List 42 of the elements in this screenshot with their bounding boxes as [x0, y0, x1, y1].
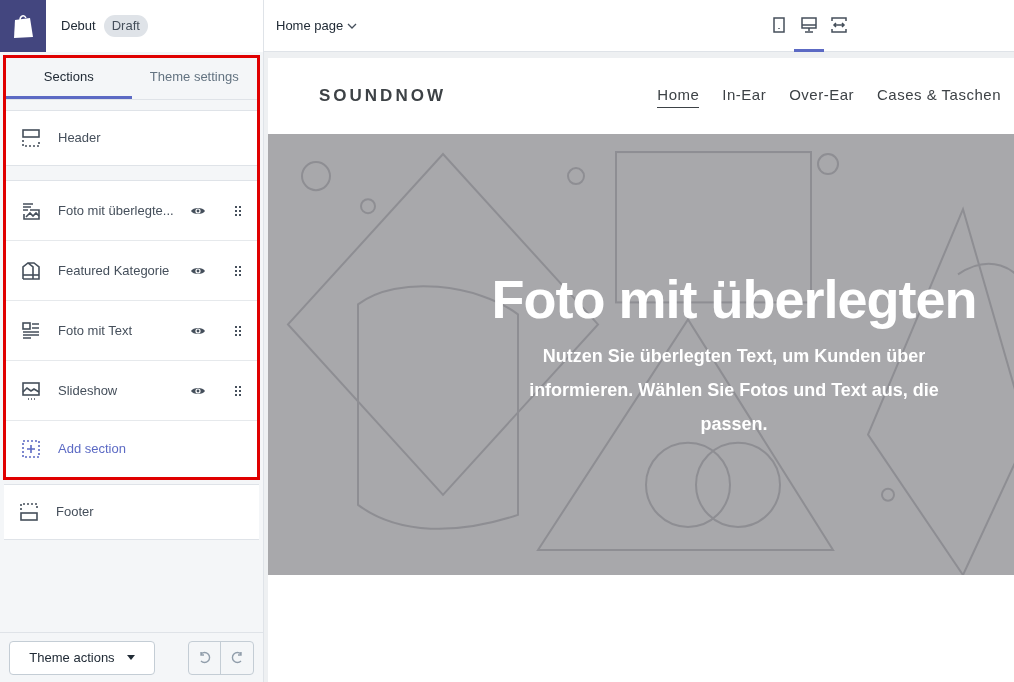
nav-link[interactable]: In-Ear — [722, 84, 767, 108]
drag-handle-icon[interactable] — [234, 264, 242, 277]
redo-icon — [230, 650, 244, 665]
hero-text-line: passen. — [700, 413, 768, 436]
panel-tab[interactable]: Theme settings — [131, 58, 257, 99]
section-item[interactable]: Featured Kategorie — [6, 241, 257, 301]
store-logo[interactable] — [0, 0, 46, 52]
hero-text-line: informieren. Wählen Sie Fotos und Text aus, die — [529, 379, 939, 402]
nav-link[interactable]: Over-Ear — [789, 84, 855, 108]
image-overlay-icon — [21, 200, 41, 221]
section-item[interactable]: Footer — [4, 484, 259, 540]
undo-icon — [197, 650, 212, 665]
theme-name: Debut — [61, 17, 96, 36]
tag-collection-icon — [21, 260, 41, 281]
image-text-icon — [21, 320, 41, 341]
store-logo-text: SOUNDNOW — [319, 85, 447, 108]
slideshow-icon — [21, 380, 41, 401]
section-item[interactable]: Foto mit überlegte... — [6, 181, 257, 241]
shopping-bag-icon — [12, 13, 34, 39]
panel-tab[interactable]: Sections — [6, 58, 132, 99]
theme-actions-button[interactable]: Theme actions — [9, 640, 155, 675]
section-item[interactable]: Slideshow — [6, 361, 257, 421]
nav-link[interactable]: Cases & Taschen — [877, 84, 1001, 108]
chevron-down-icon — [347, 22, 358, 29]
add-icon — [21, 439, 41, 459]
full-width-icon — [830, 15, 848, 34]
page-selector[interactable]: Home page — [276, 15, 358, 36]
footer-layout-icon — [19, 502, 39, 522]
section-item[interactable]: Foto mit Text — [6, 301, 257, 361]
hero-title: Foto mit überlegten — [491, 268, 977, 331]
status-badge: Draft — [103, 15, 148, 37]
caret-icon — [126, 655, 135, 660]
add-section-button[interactable]: Add section — [6, 421, 257, 477]
header-layout-icon — [21, 128, 41, 148]
mobile-icon — [770, 15, 788, 34]
drag-handle-icon[interactable] — [234, 204, 242, 217]
hero-text-line: Nutzen Sie überlegten Text, um Kunden über — [542, 345, 926, 368]
drag-handle-icon[interactable] — [234, 384, 242, 397]
nav-link[interactable]: Home — [657, 84, 700, 108]
drag-handle-icon[interactable] — [234, 324, 242, 337]
desktop-icon — [800, 15, 818, 34]
section-item[interactable]: Header — [6, 110, 257, 166]
